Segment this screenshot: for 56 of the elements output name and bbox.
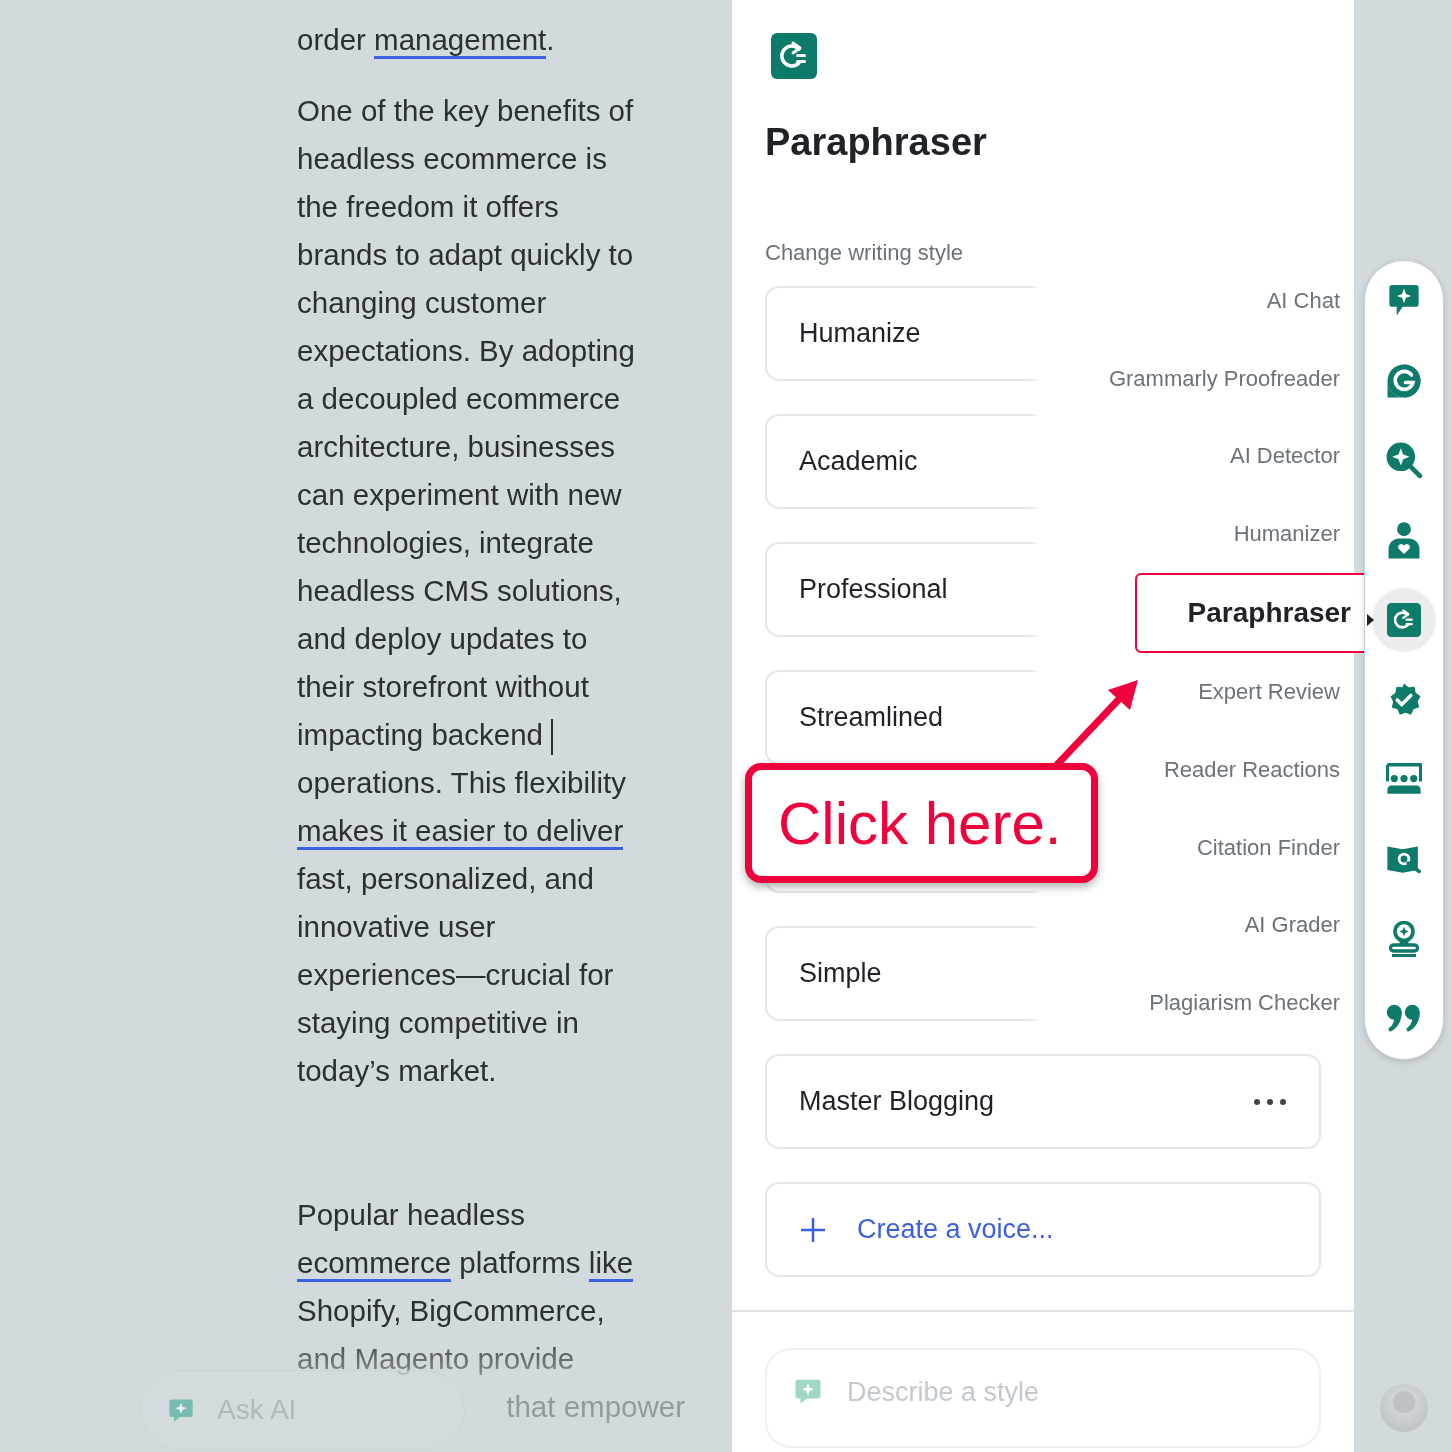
text-line: that empower — [505, 1389, 685, 1425]
tool-label[interactable]: Plagiarism Checker — [1149, 964, 1340, 1042]
text-line: the freedom it offers — [297, 189, 560, 225]
text-line: impacting backend — [297, 711, 685, 759]
describe-style-field[interactable]: Describe a style — [765, 1348, 1321, 1448]
text-line: a decoupled ecommerce — [297, 381, 622, 417]
section-label: Change writing style — [765, 240, 965, 266]
tool-label[interactable]: AI Chat — [1266, 262, 1340, 340]
tool-label[interactable]: Expert Review — [1198, 653, 1340, 731]
suggestion-text[interactable]: like — [588, 1246, 634, 1282]
text-line: experiences—crucial for — [297, 957, 615, 993]
text-line: their storefront without — [297, 669, 590, 705]
style-name: Master Blogging — [799, 1086, 995, 1117]
text-line: headless CMS solutions, — [297, 573, 623, 609]
create-voice-button[interactable]: Create a voice... — [765, 1182, 1321, 1277]
circle-arc-icon[interactable] — [1386, 362, 1422, 399]
text-line: . — [546, 23, 555, 56]
create-voice-label: Create a voice... — [857, 1214, 1054, 1245]
text-line: changing customer — [297, 285, 548, 321]
text-line: and deploy updates to — [297, 621, 589, 657]
text-line: expectations. By adopting — [297, 333, 636, 369]
suggestion-text[interactable]: ecommerce — [297, 1246, 452, 1282]
more-options-icon[interactable] — [1253, 1097, 1287, 1106]
paraphraser-logo-icon — [771, 33, 817, 79]
tool-label[interactable]: AI Detector — [1229, 417, 1340, 496]
text-line: brands to adapt quickly to — [297, 237, 635, 273]
suggestion-text[interactable]: management — [374, 23, 547, 59]
text-line: staying competitive in — [297, 1005, 581, 1041]
suggestion-text[interactable]: makes it easier to deliver — [297, 814, 624, 850]
text-line: order — [297, 23, 367, 56]
text-line: innovative user — [297, 909, 497, 945]
tool-label[interactable]: Citation Finder — [1196, 808, 1340, 887]
stamp-icon[interactable] — [1389, 921, 1419, 958]
search-sparkle-icon[interactable] — [1385, 441, 1423, 480]
text-line: technologies, integrate — [297, 525, 595, 561]
tool-label[interactable]: Humanizer — [1233, 495, 1340, 574]
text-line: Popular headless — [297, 1197, 526, 1233]
audience-icon[interactable] — [1386, 762, 1422, 797]
text-line: today’s market. — [297, 1053, 498, 1089]
tool-label[interactable]: Reader Reactions — [1163, 730, 1340, 809]
text-line: can experiment with new — [297, 477, 623, 513]
panel-title: Paraphraser — [765, 121, 988, 164]
person-heart-icon[interactable] — [1387, 521, 1421, 560]
paraphrase-icon[interactable] — [1387, 603, 1421, 638]
tool-label[interactable]: AI Grader — [1244, 886, 1340, 965]
style-option[interactable]: Master Blogging — [765, 1054, 1321, 1149]
text-line: architecture, businesses — [297, 429, 617, 465]
text-line: Shopify, BigCommerce, — [297, 1293, 606, 1329]
text-line: platforms — [458, 1246, 582, 1279]
text-line: headless ecommerce is — [297, 141, 608, 177]
tool-label[interactable]: Grammarly Proofreader — [1108, 339, 1340, 418]
click-here-callout: Click here. — [745, 763, 1098, 883]
text-line: One of the key benefits of — [297, 93, 635, 129]
text-line: operations. This flexibility — [297, 765, 628, 801]
text-line: fast, personalized, and — [297, 861, 595, 897]
plus-icon — [799, 1215, 827, 1244]
